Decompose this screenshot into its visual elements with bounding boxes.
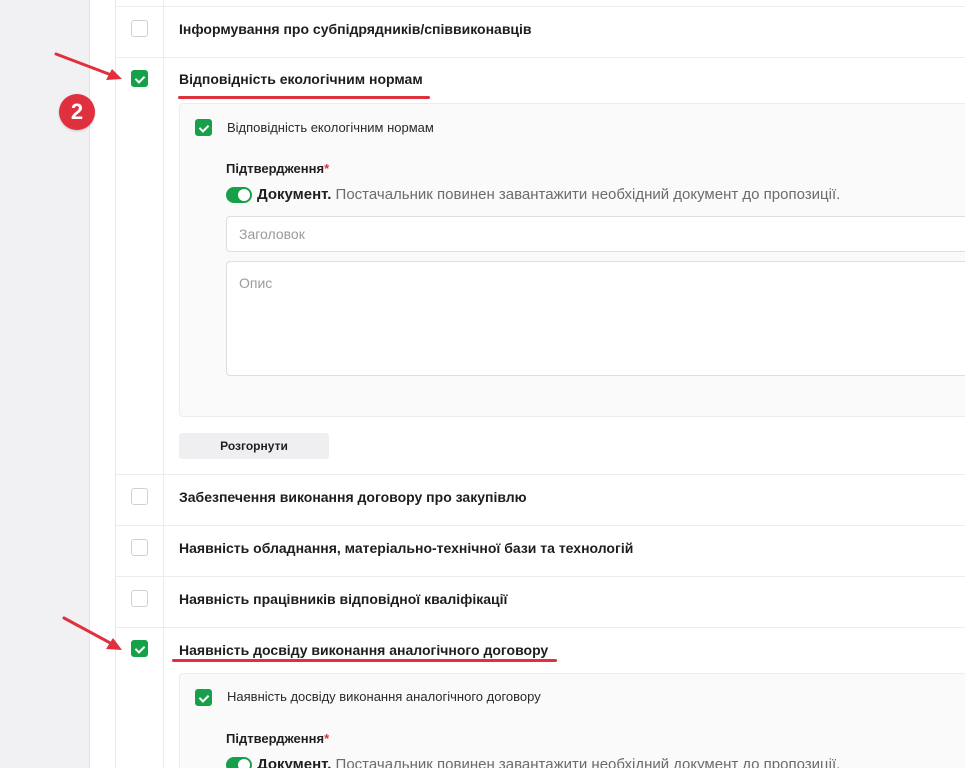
- sub-criterion-label: Відповідність екологічним нормам: [227, 120, 434, 135]
- criteria-checkbox[interactable]: [131, 20, 148, 37]
- criteria-checkbox-checked[interactable]: [131, 70, 148, 87]
- criteria-row-label: Наявність працівників відповідної кваліф…: [179, 591, 508, 607]
- document-description: Документ. Постачальник повинен завантажи…: [257, 756, 840, 768]
- confirmation-label: Підтвердження*: [226, 731, 330, 746]
- expand-button[interactable]: Розгорнути: [179, 433, 329, 459]
- document-toggle[interactable]: [226, 757, 252, 768]
- document-toggle[interactable]: [226, 187, 252, 203]
- annotation-arrow-icon: [62, 616, 122, 650]
- criteria-row-label: Відповідність екологічним нормам: [179, 71, 423, 87]
- criteria-checkbox[interactable]: [131, 590, 148, 607]
- criteria-row-label: Наявність досвіду виконання аналогічного…: [179, 642, 549, 658]
- sub-criterion-checkbox[interactable]: [195, 119, 212, 136]
- title-input[interactable]: Заголовок: [226, 216, 965, 252]
- description-textarea[interactable]: Опис: [226, 261, 965, 376]
- confirmation-label: Підтвердження*: [226, 161, 330, 176]
- document-type: Документ.: [257, 186, 332, 203]
- annotation-arrow-icon: [54, 52, 122, 80]
- criteria-row-label: Забезпечення виконання договору про заку…: [179, 489, 527, 505]
- criteria-checkbox[interactable]: [131, 488, 148, 505]
- step-number-badge: 2: [59, 94, 95, 130]
- annotation-underline: [172, 659, 557, 662]
- sub-criterion-label: Наявність досвіду виконання аналогічного…: [227, 689, 541, 704]
- criteria-checkbox[interactable]: [131, 539, 148, 556]
- required-mark: *: [324, 731, 330, 746]
- criteria-row-label: Наявність обладнання, матеріально-техніч…: [179, 540, 634, 556]
- criteria-checkbox-checked[interactable]: [131, 640, 148, 657]
- sub-criterion-checkbox[interactable]: [195, 689, 212, 706]
- required-mark: *: [324, 161, 330, 176]
- criterion-detail-panel: [179, 673, 965, 768]
- document-type: Документ.: [257, 756, 332, 768]
- annotation-underline: [178, 96, 430, 99]
- criteria-row-label: Інформування про субпідрядників/співвико…: [179, 21, 532, 37]
- document-description: Документ. Постачальник повинен завантажи…: [257, 186, 841, 203]
